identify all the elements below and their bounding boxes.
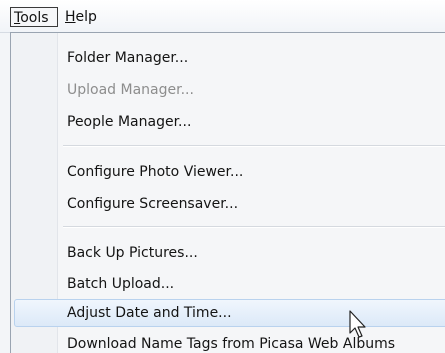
menu-item-label: Upload Manager...	[67, 82, 194, 98]
menu-item-label: Download Name Tags from Picasa Web Album…	[67, 336, 396, 352]
menu-item-adjust-date-and-time[interactable]: Adjust Date and Time...	[14, 299, 445, 327]
menu-item-back-up-pictures[interactable]: Back Up Pictures...	[14, 239, 445, 267]
menu-bar: Tools Help	[0, 0, 445, 33]
menu-item-upload-manager: Upload Manager...	[14, 76, 445, 104]
menu-tools[interactable]: Tools	[10, 7, 58, 27]
menu-item-label: Back Up Pictures...	[67, 245, 198, 261]
arrow-cursor-icon	[349, 310, 366, 338]
menu-item-label: People Manager...	[67, 114, 192, 130]
menu-item-label: Folder Manager...	[67, 50, 189, 66]
tools-dropdown-menu: Folder Manager... Upload Manager... Peop…	[10, 32, 445, 353]
menu-item-people-manager[interactable]: People Manager...	[14, 108, 445, 136]
menu-item-batch-upload[interactable]: Batch Upload...	[14, 270, 445, 298]
menu-item-label: Configure Photo Viewer...	[67, 164, 244, 180]
menu-help[interactable]: Help	[61, 7, 101, 27]
picasa-window: Tools Help Folder Manager... Upload Mana…	[0, 0, 445, 353]
menu-tools-label: ools	[20, 10, 49, 26]
menu-separator	[63, 226, 445, 228]
menu-item-configure-screensaver[interactable]: Configure Screensaver...	[14, 190, 445, 218]
menu-item-folder-manager[interactable]: Folder Manager...	[14, 44, 445, 72]
menu-item-label: Configure Screensaver...	[67, 196, 239, 212]
menu-item-configure-photo-viewer[interactable]: Configure Photo Viewer...	[14, 158, 445, 186]
menu-item-label: Adjust Date and Time...	[67, 305, 232, 321]
menu-item-download-name-tags[interactable]: Download Name Tags from Picasa Web Album…	[14, 330, 445, 353]
menu-help-label: elp	[75, 9, 97, 25]
menu-separator	[63, 145, 445, 147]
menu-help-mnemonic: H	[65, 9, 76, 25]
menu-item-label: Batch Upload...	[67, 276, 175, 292]
